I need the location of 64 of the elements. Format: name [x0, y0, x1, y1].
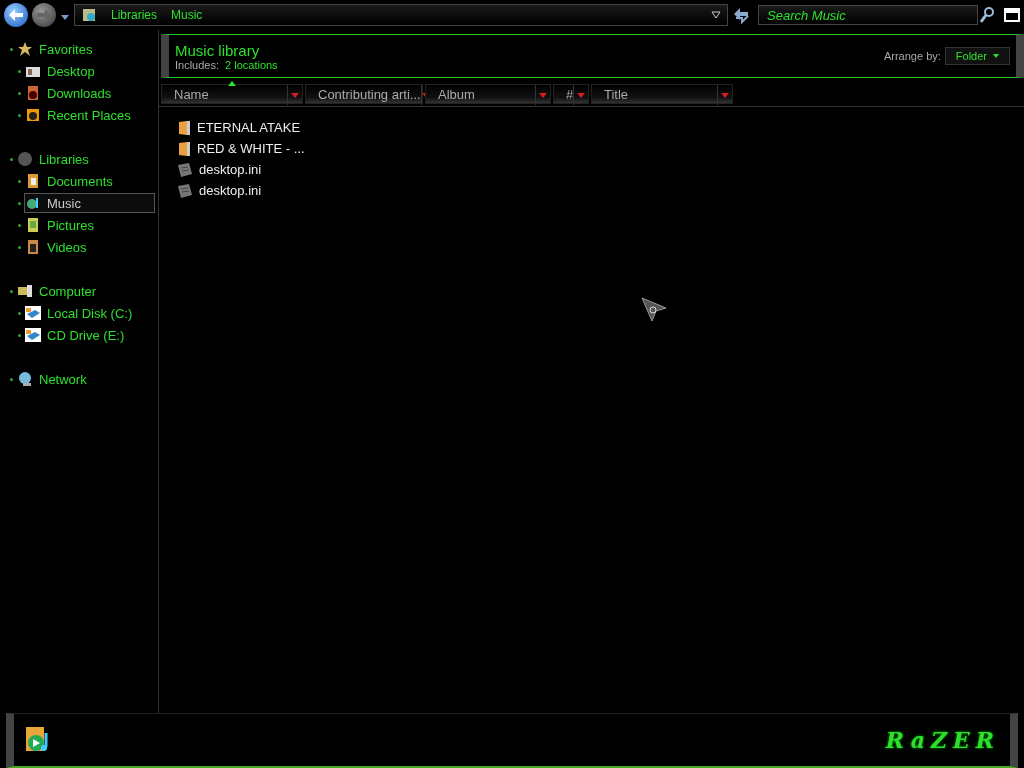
- tree-item[interactable]: Network: [16, 369, 155, 389]
- mouse-pointer-icon: [641, 297, 667, 323]
- folder-icon: [177, 140, 191, 157]
- network-icon: [17, 371, 33, 387]
- arrange-dropdown[interactable]: Folder: [944, 47, 1010, 65]
- dropdown-icon: [721, 92, 729, 98]
- breadcrumb[interactable]: Libraries: [111, 8, 158, 22]
- file-name[interactable]: desktop.ini: [199, 162, 262, 177]
- back-button[interactable]: [4, 3, 28, 27]
- star-icon: [17, 41, 33, 57]
- music-icon: [25, 195, 41, 211]
- address-bar[interactable]: Libraries Music: [74, 4, 728, 26]
- tree-item[interactable]: Documents: [24, 171, 155, 191]
- library-title: Music library: [175, 41, 261, 59]
- file-name[interactable]: RED & WHITE - ...: [197, 141, 305, 156]
- computer-icon: [17, 283, 33, 299]
- tree-item[interactable]: Videos: [24, 237, 155, 257]
- column-header[interactable]: Album: [425, 84, 551, 104]
- preview-pane-icon[interactable]: [1004, 8, 1020, 22]
- sort-ascending-icon: [228, 81, 236, 86]
- folder-icon: [177, 119, 191, 136]
- dropdown-icon: [539, 92, 547, 98]
- includes-label: Includes:: [175, 58, 220, 71]
- arrange-by-label: Arrange by:: [883, 50, 941, 62]
- tree-item[interactable]: CD Drive (E:): [24, 325, 155, 345]
- breadcrumb[interactable]: Music: [171, 8, 203, 22]
- settings-file-icon: [177, 182, 193, 199]
- forward-button[interactable]: [32, 3, 56, 27]
- pictures-icon: [25, 217, 41, 233]
- refresh-icon[interactable]: [732, 6, 750, 24]
- drive-icon: [25, 327, 41, 343]
- column-header[interactable]: #: [553, 84, 589, 104]
- recent-places-icon: [25, 107, 41, 123]
- dropdown-icon: [577, 92, 586, 98]
- file-name[interactable]: desktop.ini: [199, 183, 262, 198]
- search-icon: [980, 7, 994, 23]
- drive-icon: [25, 305, 41, 321]
- documents-icon: [25, 173, 41, 189]
- dropdown-icon: [291, 92, 299, 98]
- brand-logo: RaZER: [885, 727, 1000, 753]
- tree-item[interactable]: Local Disk (C:): [24, 303, 155, 323]
- tree-item[interactable]: Computer: [16, 281, 155, 301]
- tree-item[interactable]: Downloads: [24, 83, 155, 103]
- tree-item[interactable]: Libraries: [16, 149, 155, 169]
- libraries-icon: [17, 151, 33, 167]
- tree-item[interactable]: Music: [24, 193, 155, 213]
- locations-link[interactable]: 2 locations: [225, 58, 278, 71]
- settings-file-icon: [177, 161, 193, 178]
- downloads-icon: [25, 85, 41, 101]
- column-header[interactable]: Contributing arti...: [305, 84, 423, 104]
- column-header[interactable]: Name: [161, 84, 303, 104]
- file-name[interactable]: ETERNAL ATAKE: [197, 120, 301, 135]
- dropdown-icon: [711, 11, 721, 19]
- tree-item[interactable]: Pictures: [24, 215, 155, 235]
- back-arrow-icon: [9, 9, 23, 21]
- videos-icon: [25, 239, 41, 255]
- search-field[interactable]: Search Music: [758, 5, 978, 25]
- forward-arrow-icon: [37, 9, 51, 21]
- library-icon: [81, 7, 97, 23]
- caret-icon: [993, 54, 999, 58]
- column-header[interactable]: Title: [591, 84, 733, 104]
- tree-item[interactable]: Recent Places: [24, 105, 155, 125]
- tree-item[interactable]: Desktop: [24, 61, 155, 81]
- tree-item[interactable]: Favorites: [16, 39, 155, 59]
